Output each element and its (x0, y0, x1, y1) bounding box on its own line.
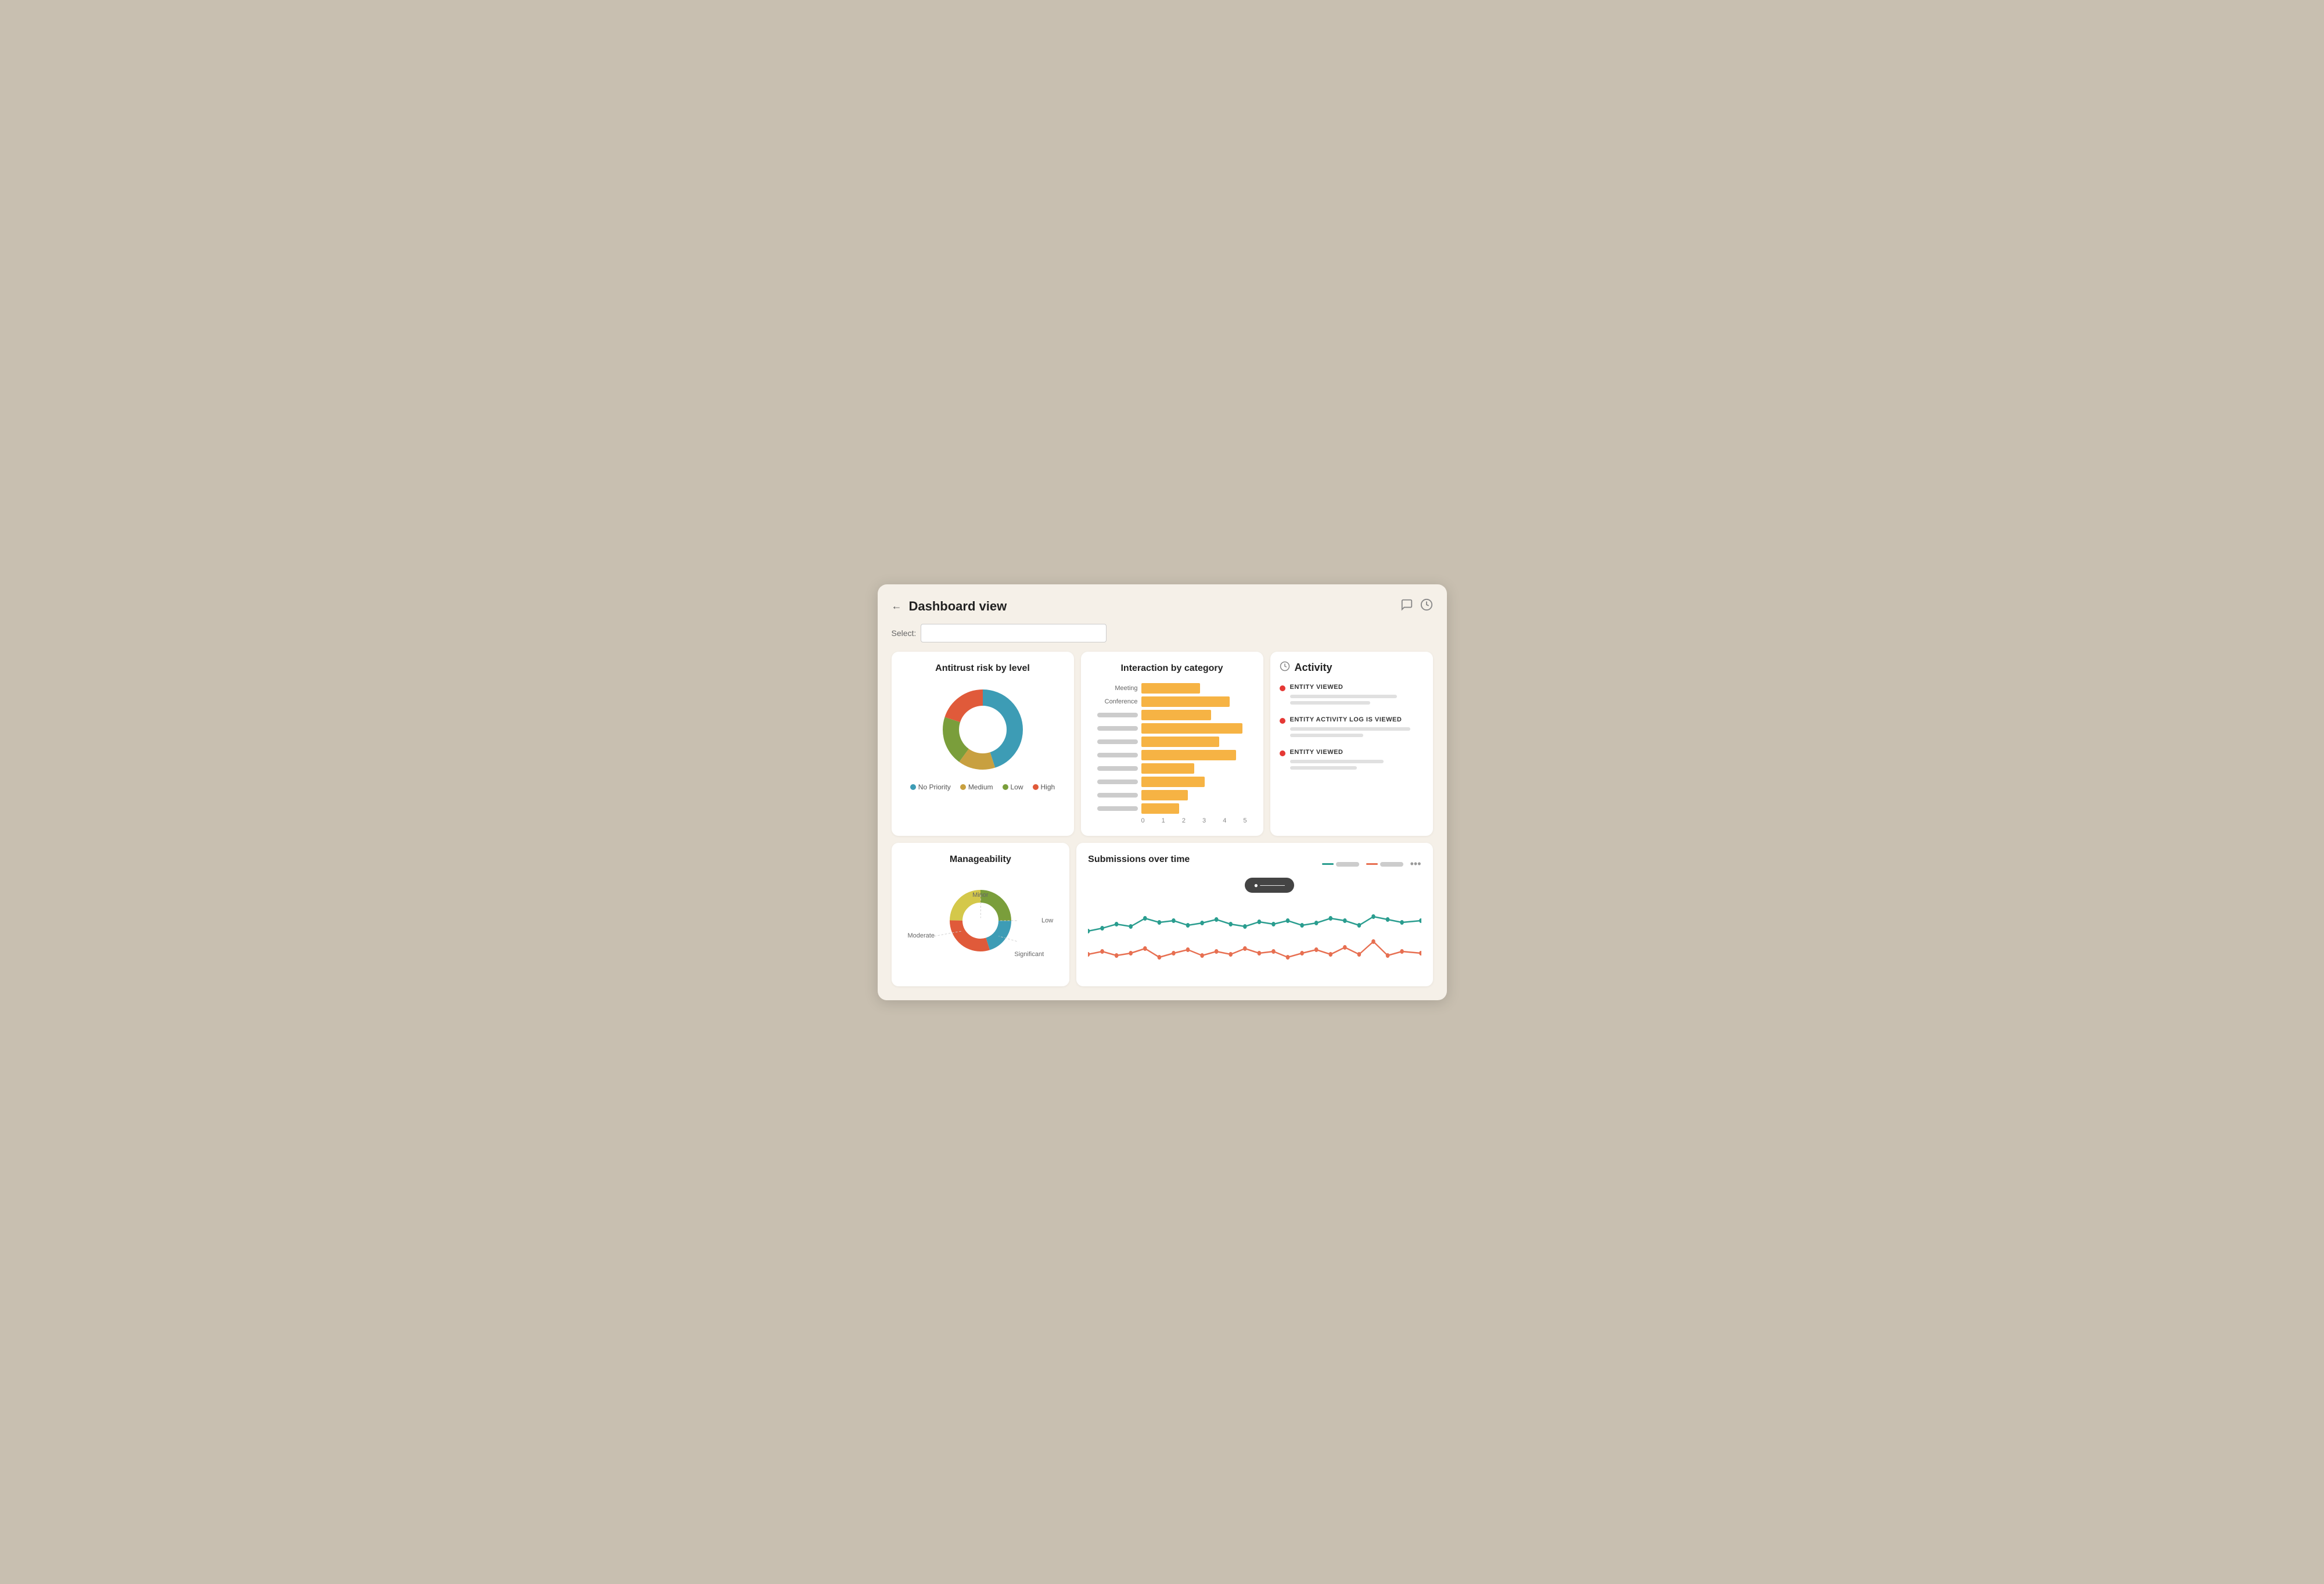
activity-history-icon (1280, 661, 1290, 674)
bar-row-9 (1097, 790, 1247, 800)
select-row: Select: (892, 624, 1433, 642)
line-chart-header: Submissions over time • (1088, 854, 1421, 874)
bar-row-4 (1097, 723, 1247, 734)
bar-row-7 (1097, 763, 1247, 774)
activity-panel: Activity ENTITY VIEWED ENTITY ACTIVITY L… (1270, 652, 1433, 836)
manageability-donut-wrap: Minor Low Significant Moderate (903, 874, 1058, 967)
activity-header: Activity (1280, 661, 1424, 674)
bar-label-conference: Conference (1097, 698, 1138, 705)
header: ← Dashboard view (892, 598, 1433, 615)
label-low: Low (1041, 917, 1053, 924)
interaction-card: Interaction by category Meeting Conferen… (1081, 652, 1263, 836)
select-label: Select: (892, 628, 917, 638)
bar-row-5 (1097, 737, 1247, 747)
bar-row-10 (1097, 803, 1247, 814)
header-left: ← Dashboard view (892, 599, 1007, 614)
activity-dot-2 (1280, 750, 1285, 756)
bar-row-3 (1097, 710, 1247, 720)
legend-medium: Medium (960, 783, 993, 791)
bar-label-meeting: Meeting (1097, 685, 1138, 692)
activity-item-1: ENTITY ACTIVITY LOG IS VIEWED (1280, 716, 1424, 737)
manageability-title: Manageability (903, 854, 1058, 865)
activity-type-0: ENTITY VIEWED (1290, 684, 1344, 691)
chat-icon[interactable] (1400, 598, 1413, 615)
top-grid: Antitrust risk by level (892, 652, 1433, 836)
bar-row-6 (1097, 750, 1247, 760)
header-icons (1400, 598, 1433, 615)
bottom-grid: Manageability Minor Low Significant Mode… (892, 843, 1433, 986)
submissions-title: Submissions over time (1088, 854, 1190, 865)
antitrust-legend: No Priority Medium Low High (903, 783, 1062, 791)
bar-row-8 (1097, 777, 1247, 787)
activity-dot-1 (1280, 718, 1285, 724)
line-chart-svg (1088, 879, 1421, 972)
bar-row-meeting: Meeting (1097, 683, 1247, 694)
activity-title: Activity (1295, 662, 1332, 674)
bar-chart: Meeting Conference (1093, 683, 1252, 824)
activity-dot-0 (1280, 685, 1285, 691)
bar-row-conference: Conference (1097, 696, 1247, 707)
antitrust-card: Antitrust risk by level (892, 652, 1074, 836)
page-title: Dashboard view (909, 599, 1007, 614)
line-chart-legend (1322, 862, 1403, 867)
select-input[interactable] (921, 624, 1107, 642)
antitrust-title: Antitrust risk by level (903, 663, 1062, 674)
activity-item-0: ENTITY VIEWED (1280, 684, 1424, 705)
tooltip-bubble: ● ───── (1245, 878, 1294, 893)
history-icon[interactable] (1420, 598, 1433, 615)
three-dots-button[interactable]: ••• (1410, 858, 1421, 870)
label-significant: Significant (1014, 951, 1044, 958)
interaction-title: Interaction by category (1093, 663, 1252, 674)
legend-series1 (1322, 862, 1359, 867)
dashboard-container: ← Dashboard view Select: Antitrust risk … (878, 584, 1447, 1000)
antitrust-donut (903, 683, 1062, 776)
manageability-card: Manageability Minor Low Significant Mode… (892, 843, 1070, 986)
submissions-card: Submissions over time • (1076, 843, 1432, 986)
line-chart-container: Submissions over time • (1088, 854, 1421, 975)
activity-type-1: ENTITY ACTIVITY LOG IS VIEWED (1290, 716, 1402, 723)
legend-no-priority: No Priority (910, 783, 951, 791)
back-button[interactable]: ← (892, 600, 902, 612)
activity-item-2: ENTITY VIEWED (1280, 749, 1424, 770)
legend-low: Low (1003, 783, 1023, 791)
bar-axis: 012345 (1141, 817, 1247, 824)
label-moderate: Moderate (908, 932, 935, 939)
legend-high: High (1033, 783, 1055, 791)
label-minor: Minor (972, 892, 989, 899)
legend-series2 (1366, 862, 1403, 867)
activity-type-2: ENTITY VIEWED (1290, 749, 1344, 756)
